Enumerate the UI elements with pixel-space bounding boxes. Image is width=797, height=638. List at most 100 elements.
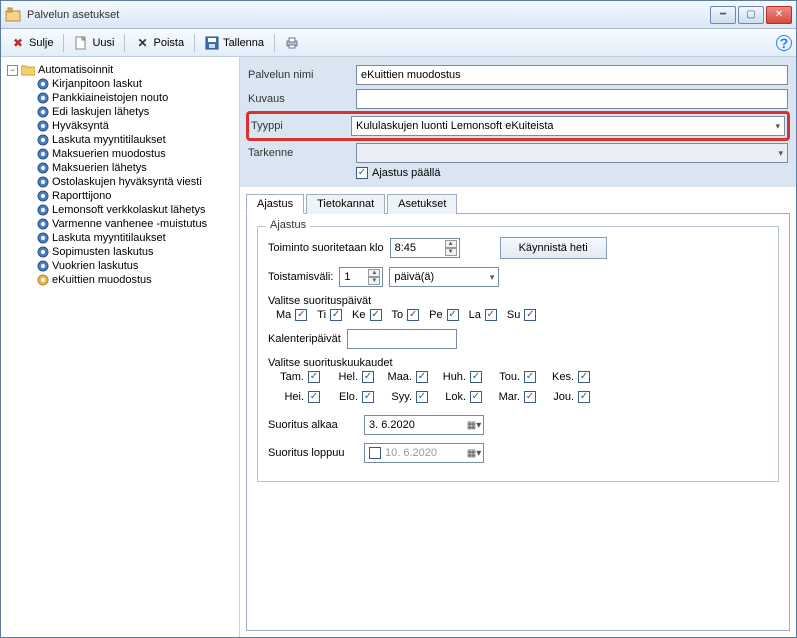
day-label: La: [469, 309, 481, 321]
desc-label: Kuvaus: [248, 93, 356, 105]
spec-label: Tarkenne: [248, 147, 356, 159]
start-label: Suoritus alkaa: [268, 419, 358, 431]
tree-item[interactable]: Varmenne vanhenee -muistutus: [3, 217, 237, 231]
tab-ajastus[interactable]: Ajastus: [246, 194, 304, 214]
name-label: Palvelun nimi: [248, 69, 356, 81]
month-checkbox[interactable]: Tou.✓: [492, 371, 536, 383]
gear-node-icon: [37, 176, 49, 188]
month-label: Lok.: [438, 391, 466, 403]
checkbox-icon: ✓: [470, 391, 482, 403]
day-checkbox[interactable]: To✓: [392, 309, 420, 321]
month-checkbox[interactable]: Kes.✓: [546, 371, 590, 383]
gear-node-icon: [37, 92, 49, 104]
tree-item[interactable]: Laskuta myyntitilaukset: [3, 231, 237, 245]
end-label: Suoritus loppuu: [268, 447, 358, 459]
tree-item[interactable]: Maksuerien lähetys: [3, 161, 237, 175]
type-highlight: Tyyppi Kululaskujen luonti Lemonsoft eKu…: [246, 111, 790, 141]
month-checkbox[interactable]: Tam.✓: [276, 371, 320, 383]
month-checkbox[interactable]: Hei. ✓: [276, 391, 320, 403]
tree-item-label: Lemonsoft verkkolaskut lähetys: [52, 204, 205, 216]
checkbox-icon: ✓: [578, 371, 590, 383]
timer-checkbox[interactable]: ✓ Ajastus päällä: [356, 167, 441, 179]
titlebar: Palvelun asetukset ━ ▢ ✕: [1, 1, 796, 29]
month-checkbox[interactable]: Lok. ✓: [438, 391, 482, 403]
month-checkbox[interactable]: Maa.✓: [384, 371, 428, 383]
month-checkbox[interactable]: Syy.✓: [384, 391, 428, 403]
close-button[interactable]: ✖ Sulje: [5, 34, 59, 52]
month-label: Hei.: [276, 391, 304, 403]
separator: [63, 34, 64, 52]
month-label: Maa.: [384, 371, 412, 383]
tree-root[interactable]: −Automatisoinnit: [3, 63, 237, 77]
spinner-icon[interactable]: ▲▼: [445, 240, 457, 256]
day-checkbox[interactable]: La✓: [469, 309, 497, 321]
checkbox-icon: ✓: [578, 391, 590, 403]
tree-item[interactable]: Hyväksyntä: [3, 119, 237, 133]
calendar-input[interactable]: [347, 329, 457, 349]
tab-asetukset[interactable]: Asetukset: [387, 194, 457, 214]
print-button[interactable]: [279, 34, 305, 52]
separator: [274, 34, 275, 52]
start-date-input[interactable]: 3. 6.2020 ▦▾: [364, 415, 484, 435]
month-checkbox[interactable]: Jou.✓: [546, 391, 590, 403]
gear-node-icon: [37, 134, 49, 146]
month-checkbox[interactable]: Huh.✓: [438, 371, 482, 383]
end-enable-checkbox[interactable]: [369, 447, 381, 459]
day-checkbox[interactable]: Su✓: [507, 309, 536, 321]
new-button[interactable]: Uusi: [68, 34, 120, 52]
tab-tietokannat[interactable]: Tietokannat: [306, 194, 385, 214]
maximize-button[interactable]: ▢: [738, 6, 764, 24]
month-label: Huh.: [438, 371, 466, 383]
name-input[interactable]: [356, 65, 788, 85]
calendar-icon[interactable]: ▦▾: [467, 446, 481, 460]
months-row-1: Tam.✓Hel.✓Maa.✓Huh.✓Tou.✓Kes.✓: [276, 371, 768, 383]
tree-item[interactable]: Sopimusten laskutus: [3, 245, 237, 259]
delete-button[interactable]: ✕ Poista: [129, 34, 190, 52]
day-checkbox[interactable]: Ti✓: [317, 309, 342, 321]
tree-item[interactable]: Raporttijono: [3, 189, 237, 203]
tree-item-label: Edi laskujen lähetys: [52, 106, 149, 118]
tree-item[interactable]: Edi laskujen lähetys: [3, 105, 237, 119]
day-checkbox[interactable]: Ke✓: [352, 309, 381, 321]
day-checkbox[interactable]: Ma✓: [276, 309, 307, 321]
days-header: Valitse suorituspäivät: [268, 295, 768, 307]
spinner-icon[interactable]: ▲▼: [368, 269, 380, 285]
interval-input[interactable]: 1 ▲▼: [339, 267, 383, 287]
collapse-icon[interactable]: −: [7, 65, 18, 76]
calendar-icon[interactable]: ▦▾: [467, 418, 481, 432]
checkbox-icon: ✓: [308, 391, 320, 403]
tree-item[interactable]: eKuittien muodostus: [3, 273, 237, 287]
tree-item[interactable]: Lemonsoft verkkolaskut lähetys: [3, 203, 237, 217]
gear-node-icon: [37, 148, 49, 160]
save-button[interactable]: Tallenna: [199, 34, 270, 52]
desc-input[interactable]: [356, 89, 788, 109]
help-button[interactable]: ?: [776, 35, 792, 51]
end-date-input[interactable]: 10. 6.2020 ▦▾: [364, 443, 484, 463]
tree-item[interactable]: Ostolaskujen hyväksyntä viesti: [3, 175, 237, 189]
tree-item-label: Vuokrien laskutus: [52, 260, 138, 272]
close-window-button[interactable]: ✕: [766, 6, 792, 24]
day-checkbox[interactable]: Pe✓: [429, 309, 458, 321]
run-now-button[interactable]: Käynnistä heti: [500, 237, 607, 259]
month-checkbox[interactable]: Hel.✓: [330, 371, 374, 383]
type-value: Kululaskujen luonti Lemonsoft eKuiteista: [356, 120, 554, 132]
month-label: Tou.: [492, 371, 520, 383]
toolbar: ✖ Sulje Uusi ✕ Poista Tallenna ?: [1, 29, 796, 57]
tree-item-label: eKuittien muodostus: [52, 274, 152, 286]
type-select[interactable]: Kululaskujen luonti Lemonsoft eKuiteista…: [351, 116, 785, 136]
gear-node-icon: [37, 218, 49, 230]
gear-node-icon: [37, 260, 49, 272]
month-checkbox[interactable]: Mar.✓: [492, 391, 536, 403]
delete-label: Poista: [153, 37, 184, 49]
tree-item[interactable]: Kirjanpitoon laskut: [3, 77, 237, 91]
tree-item[interactable]: Laskuta myyntitilaukset: [3, 133, 237, 147]
tree-item[interactable]: Pankkiaineistojen nouto: [3, 91, 237, 105]
tree-item[interactable]: Maksuerien muodostus: [3, 147, 237, 161]
interval-unit-select[interactable]: päivä(ä) ▾: [389, 267, 499, 287]
day-label: Ke: [352, 309, 365, 321]
minimize-button[interactable]: ━: [710, 6, 736, 24]
months-row-2: Hei. ✓ Elo.✓ Syy.✓ Lok. ✓ Mar.✓ Jou.✓: [276, 391, 768, 403]
month-checkbox[interactable]: Elo.✓: [330, 391, 374, 403]
run-at-input[interactable]: 8:45 ▲▼: [390, 238, 460, 258]
tree-item[interactable]: Vuokrien laskutus: [3, 259, 237, 273]
